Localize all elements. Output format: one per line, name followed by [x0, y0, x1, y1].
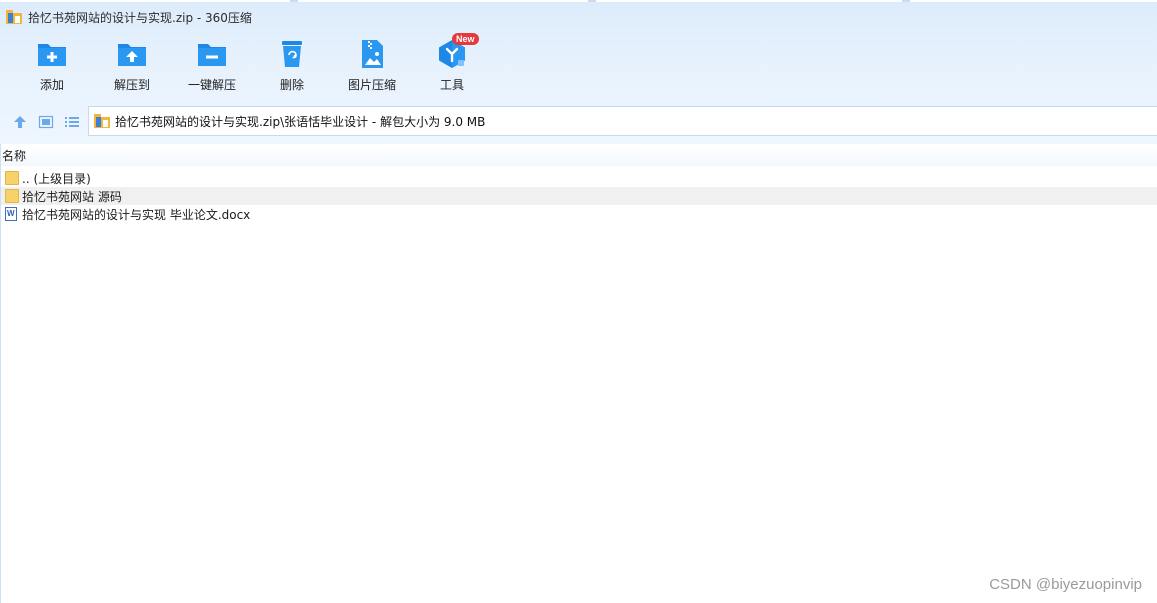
image-compress-button[interactable]: 图片压缩	[332, 38, 412, 93]
view-icon[interactable]	[38, 114, 54, 130]
address-path: 拾忆书苑网站的设计与实现.zip\张语恬毕业设计 - 解包大小为 9.0 MB	[115, 114, 486, 129]
toolbar: 添加 解压到 一键解压 删除 图片压缩 工具 New	[0, 33, 600, 100]
file-name: .. (上级目录)	[22, 171, 91, 186]
recycle-bin-icon	[276, 38, 308, 70]
list-item[interactable]: .. (上级目录)	[1, 169, 1157, 187]
add-button[interactable]: 添加	[12, 38, 92, 93]
address-bar[interactable]: 拾忆书苑网站的设计与实现.zip\张语恬毕业设计 - 解包大小为 9.0 MB	[88, 106, 1157, 136]
delete-label: 删除	[279, 78, 304, 92]
extract-to-label: 解压到	[113, 78, 150, 92]
file-list: 名称 .. (上级目录) 拾忆书苑网站 源码 拾忆书苑网站的设计与实现 毕业论文…	[0, 144, 1157, 603]
watermark: CSDN @biyezuopinvip	[989, 576, 1142, 593]
folder-icon	[5, 171, 19, 185]
list-item[interactable]: 拾忆书苑网站 源码	[1, 187, 1157, 205]
image-compress-icon	[356, 38, 388, 70]
up-arrow-icon[interactable]	[12, 114, 28, 130]
file-name: 拾忆书苑网站 源码	[22, 189, 122, 204]
image-compress-label: 图片压缩	[347, 78, 396, 92]
one-click-extract-icon	[196, 38, 228, 70]
add-folder-icon	[36, 38, 68, 70]
list-item[interactable]: 拾忆书苑网站的设计与实现 毕业论文.docx	[1, 205, 1157, 223]
new-badge: New	[452, 33, 479, 45]
tools-label: 工具	[439, 78, 464, 92]
one-click-extract-label: 一键解压	[187, 78, 236, 92]
file-name: 拾忆书苑网站的设计与实现 毕业论文.docx	[22, 207, 251, 222]
one-click-extract-button[interactable]: 一键解压	[172, 38, 252, 93]
window-title: 拾忆书苑网站的设计与实现.zip - 360压缩	[28, 10, 252, 25]
folder-icon	[5, 189, 19, 203]
title-bar: 拾忆书苑网站的设计与实现.zip - 360压缩	[6, 8, 252, 26]
tools-button[interactable]: 工具	[412, 38, 492, 93]
list-icon[interactable]	[64, 114, 80, 130]
top-strip	[0, 0, 1157, 2]
word-doc-icon	[5, 207, 17, 221]
add-button-label: 添加	[39, 78, 64, 92]
column-header-name[interactable]: 名称	[1, 146, 1157, 166]
zip-app-icon	[6, 10, 22, 24]
extract-to-button[interactable]: 解压到	[92, 38, 172, 93]
zip-file-icon	[94, 114, 110, 128]
address-row: 拾忆书苑网站的设计与实现.zip\张语恬毕业设计 - 解包大小为 9.0 MB	[0, 106, 1157, 138]
delete-button[interactable]: 删除	[252, 38, 332, 93]
extract-to-icon	[116, 38, 148, 70]
